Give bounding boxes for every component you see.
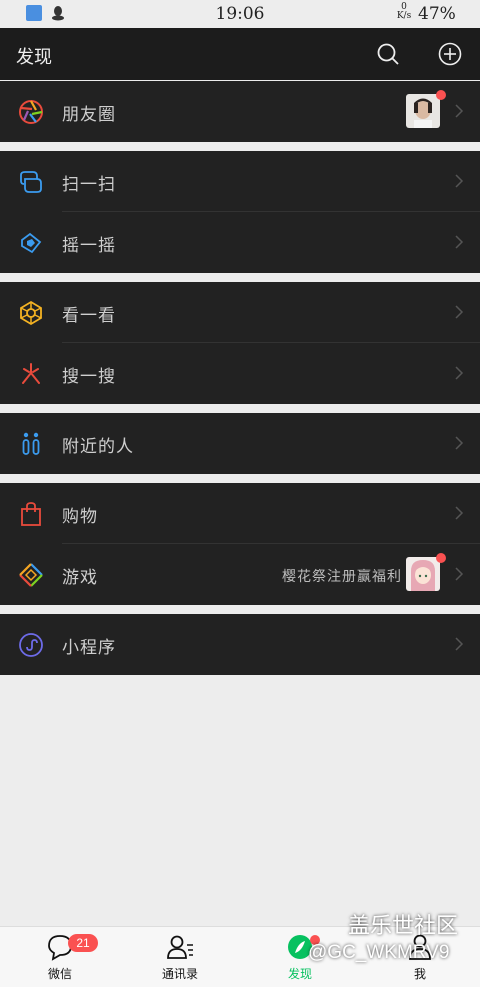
chevron-right-icon [455,235,464,249]
group-scan-shake: 扫一扫 摇一摇 [0,151,480,273]
games-new-dot [436,553,446,563]
group-moments: 朋友圈 [0,81,480,142]
moments-label: 朋友圈 [62,105,116,125]
chevron-right-icon [455,567,464,581]
nearby-row[interactable]: 附近的人 [0,413,480,474]
chevron-right-icon [455,174,464,188]
title-bar: 发现 [0,28,480,80]
games-row[interactable]: 游戏 樱花祭注册赢福利 [0,544,480,605]
nearby-label: 附近的人 [62,437,134,457]
top-stories-icon [20,300,42,326]
tab-discover-label: 发现 [287,967,312,981]
mini-program-icon [19,633,43,657]
tab-contacts-label: 通讯录 [161,967,198,981]
top-stories-label: 看一看 [62,306,116,326]
chevron-right-icon [455,436,464,450]
contacts-icon [167,935,193,959]
search-sparkle-icon [22,363,40,384]
status-bar: 19:06 0 K/s 47% [0,0,480,28]
games-promo-text: 樱花祭注册赢福利 [282,569,402,585]
scan-icon [20,171,42,193]
tab-me-label: 我 [413,967,426,981]
shake-label: 摇一摇 [62,236,116,256]
me-person-icon [409,934,431,960]
shake-icon [21,232,42,254]
group-mini-programs: 小程序 [0,614,480,675]
tab-contacts[interactable]: 通讯录 [120,927,240,987]
bottom-tab-bar: 21 微信 通讯录 发现 我 [0,926,480,987]
shopping-bag-icon [21,502,41,526]
nearby-people-icon [22,432,40,455]
chevron-right-icon [455,104,464,118]
discover-new-dot [310,935,320,945]
top-stories-row[interactable]: 看一看 [0,282,480,343]
mini-programs-row[interactable]: 小程序 [0,614,480,675]
games-diamond-icon [19,563,43,587]
search-icon[interactable] [376,42,400,66]
chevron-right-icon [455,506,464,520]
group-look-search: 看一看 搜一搜 [0,282,480,404]
shake-row[interactable]: 摇一摇 [0,212,480,273]
page-title: 发现 [16,47,52,68]
tab-chats-label: 微信 [47,967,72,981]
tab-me[interactable]: 我 [360,927,480,987]
search-row[interactable]: 搜一搜 [0,343,480,404]
chevron-right-icon [455,637,464,651]
network-speed: 0 K/s [396,2,412,21]
tab-chats[interactable]: 21 微信 [0,927,120,987]
moments-aperture-icon [19,100,43,124]
group-nearby: 附近的人 [0,413,480,474]
scan-row[interactable]: 扫一扫 [0,151,480,212]
tab-discover[interactable]: 发现 [240,927,360,987]
games-promo-thumbnail [406,557,440,591]
unread-badge: 21 [68,934,98,952]
add-icon[interactable] [438,42,462,66]
search-label: 搜一搜 [62,367,116,387]
mini-programs-label: 小程序 [62,638,116,658]
moments-row[interactable]: 朋友圈 [0,81,480,142]
chevron-right-icon [455,305,464,319]
scan-label: 扫一扫 [62,175,116,195]
battery-level: 47% [418,4,456,24]
group-shop-games: 购物 游戏 樱花祭注册赢福利 [0,483,480,605]
shopping-label: 购物 [62,507,98,527]
shopping-row[interactable]: 购物 [0,483,480,544]
moments-new-dot [436,90,446,100]
moments-avatar-thumbnail [406,94,440,128]
games-label: 游戏 [62,568,98,588]
chevron-right-icon [455,366,464,380]
